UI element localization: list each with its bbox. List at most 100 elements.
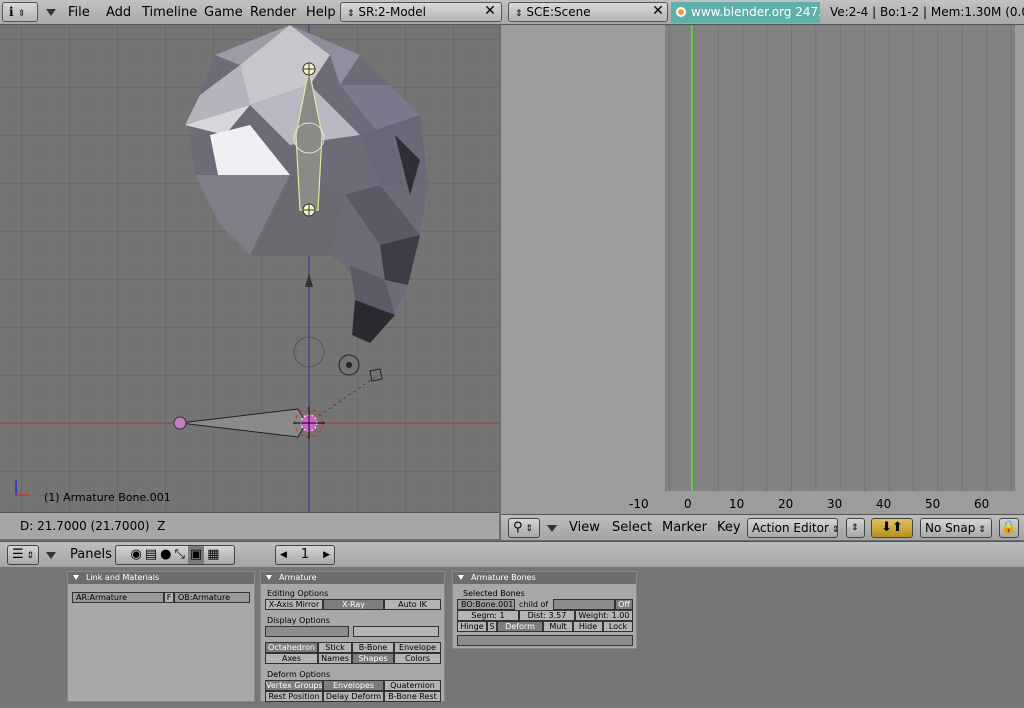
action-editor-icon: ⚲ xyxy=(513,520,523,535)
lower-bone xyxy=(173,407,325,439)
armature-panel: Armature Editing Options X-Axis Mirror X… xyxy=(260,571,445,702)
object-icon[interactable]: ⤡ xyxy=(174,546,184,564)
decrement-icon[interactable]: ◀ xyxy=(280,546,287,564)
b-bone-rest-button[interactable]: B-Bone Rest xyxy=(384,691,441,702)
s-button[interactable]: S xyxy=(487,621,497,632)
editor-type-button[interactable]: ⚲ ⇕ xyxy=(508,518,540,538)
action-timeline[interactable] xyxy=(665,25,1015,491)
key-buttons[interactable]: ⬇⬆ xyxy=(871,518,913,538)
menu-render[interactable]: Render xyxy=(250,4,296,21)
envelope-button[interactable]: Envelope xyxy=(394,642,441,653)
menu-help[interactable]: Help xyxy=(306,4,336,21)
delete-screen-icon[interactable]: ✕ xyxy=(481,2,499,20)
panel-title[interactable]: Armature Bones xyxy=(453,572,636,584)
dist-field[interactable]: Dist: 3.57 xyxy=(519,610,575,621)
buttons-header: ☰ ⇕ Panels ◉ ▤ ● ⤡ ▣ ▦ ◀ 1 ▶ xyxy=(0,541,1024,567)
panel-title[interactable]: Link and Materials xyxy=(68,572,254,584)
current-frame-line[interactable] xyxy=(691,25,693,491)
x-axis-mirror-button[interactable]: X-Axis Mirror xyxy=(265,599,323,610)
weight-field[interactable]: Weight: 1.00 xyxy=(575,610,633,621)
info-window-type-button[interactable]: i ⇕ xyxy=(2,2,38,22)
updown-icon: ⇕ xyxy=(515,9,523,19)
object-name-field[interactable]: OB:Armature xyxy=(174,592,250,603)
mult-button[interactable]: Mult xyxy=(543,621,573,632)
action-browse-button[interactable]: ⇕ xyxy=(846,518,865,538)
mode-label: Action Editor xyxy=(752,521,829,535)
screen-selector[interactable]: ⇕ SR:2-Model xyxy=(340,2,502,22)
object-label: (1) Armature Bone.001 xyxy=(44,491,171,504)
collapse-menu-icon[interactable] xyxy=(46,9,56,16)
rest-position-button[interactable]: Rest Position xyxy=(265,691,323,702)
menu-key[interactable]: Key xyxy=(717,520,741,535)
vertex-groups-button[interactable]: Vertex Groups xyxy=(265,680,323,691)
bone-layers-row1[interactable] xyxy=(265,626,349,637)
arrow-up-icon: ⬆ xyxy=(892,520,903,535)
delete-scene-icon[interactable]: ✕ xyxy=(649,2,667,20)
deform-options-label: Deform Options xyxy=(267,670,331,679)
logic-icon[interactable]: ◉ xyxy=(131,546,142,564)
auto-ik-button[interactable]: Auto IK xyxy=(384,599,441,610)
lock-button[interactable]: Lock xyxy=(603,621,633,632)
lock-icon[interactable]: 🔒 xyxy=(999,518,1019,538)
parent-select[interactable] xyxy=(553,599,615,610)
scene-name: SCE:Scene xyxy=(526,5,591,19)
frame-value: 1 xyxy=(300,547,310,562)
editing-icon[interactable]: ▣ xyxy=(187,546,205,564)
context-buttons[interactable]: ◉ ▤ ● ⤡ ▣ ▦ xyxy=(115,545,235,565)
script-icon[interactable]: ▤ xyxy=(145,546,157,564)
snap-label: No Snap xyxy=(925,521,976,535)
menu-select[interactable]: Select xyxy=(612,520,652,535)
collapse-menu-icon[interactable] xyxy=(46,552,56,559)
arrow-head xyxy=(305,273,313,287)
dashed-line xyxy=(308,376,376,424)
names-button[interactable]: Names xyxy=(318,653,352,664)
bone-layers-row2[interactable] xyxy=(353,626,439,637)
menu-marker[interactable]: Marker xyxy=(662,520,707,535)
buttons-window-type[interactable]: ☰ ⇕ xyxy=(7,545,39,565)
stick-button[interactable]: Stick xyxy=(318,642,352,653)
fake-user-button[interactable]: F xyxy=(164,592,174,603)
shading-icon[interactable]: ● xyxy=(160,546,171,564)
editing-options-label: Editing Options xyxy=(267,589,329,598)
frame-field[interactable]: ◀ 1 ▶ xyxy=(275,545,335,565)
panels-menu[interactable]: Panels xyxy=(70,547,112,562)
segments-field[interactable]: Segm: 1 xyxy=(457,610,519,621)
quaternion-button[interactable]: Quaternion xyxy=(384,680,441,691)
url-link[interactable]: www.blender.org 247.1 xyxy=(671,2,820,23)
envelopes-button[interactable]: Envelopes xyxy=(323,680,384,691)
stats-text: Ve:2-4 | Bo:1-2 | Mem:1.30M (0.0 xyxy=(830,5,1024,19)
colors-button[interactable]: Colors xyxy=(394,653,441,664)
x-ray-button[interactable]: X-Ray xyxy=(323,599,384,610)
frame-tick: 50 xyxy=(925,497,941,511)
bone-layer-buttons[interactable] xyxy=(457,635,633,646)
hide-button[interactable]: Hide xyxy=(573,621,603,632)
axis-gizmo-icon xyxy=(15,480,30,496)
scene-selector[interactable]: ⇕ SCE:Scene xyxy=(508,2,668,22)
collapse-menu-icon[interactable] xyxy=(547,525,557,532)
octahedron-button[interactable]: Octahedron xyxy=(265,642,318,653)
shapes-button[interactable]: Shapes xyxy=(352,653,394,664)
hinge-button[interactable]: Hinge xyxy=(457,621,487,632)
menu-timeline[interactable]: Timeline xyxy=(142,4,197,21)
editor-mode-select[interactable]: Action Editor ⇕ xyxy=(747,518,839,538)
increment-icon[interactable]: ▶ xyxy=(323,546,330,564)
armature-data-field[interactable]: AR:Armature xyxy=(72,592,164,603)
panel-title[interactable]: Armature xyxy=(261,572,444,584)
scene-icon[interactable]: ▦ xyxy=(207,546,219,564)
delay-deform-button[interactable]: Delay Deform xyxy=(323,691,384,702)
frame-tick: 10 xyxy=(729,497,745,511)
bone-name-field[interactable]: BO:Bone.001 xyxy=(457,599,515,610)
connect-off-button[interactable]: Off xyxy=(615,599,633,610)
armature-bones-panel: Armature Bones Selected Bones BO:Bone.00… xyxy=(452,571,637,649)
axes-button[interactable]: Axes xyxy=(265,653,318,664)
menu-game[interactable]: Game xyxy=(204,4,243,21)
menu-view[interactable]: View xyxy=(569,520,600,535)
deform-button[interactable]: Deform xyxy=(497,621,543,632)
snap-select[interactable]: No Snap ⇕ xyxy=(920,518,992,538)
menu-add[interactable]: Add xyxy=(106,4,131,21)
url-text: www.blender.org 247.1 xyxy=(691,5,820,19)
3d-viewport[interactable]: (1) Armature Bone.001 xyxy=(0,25,499,512)
menu-file[interactable]: File xyxy=(68,4,90,21)
blender-logo-icon xyxy=(676,7,686,17)
b-bone-button[interactable]: B-Bone xyxy=(352,642,394,653)
